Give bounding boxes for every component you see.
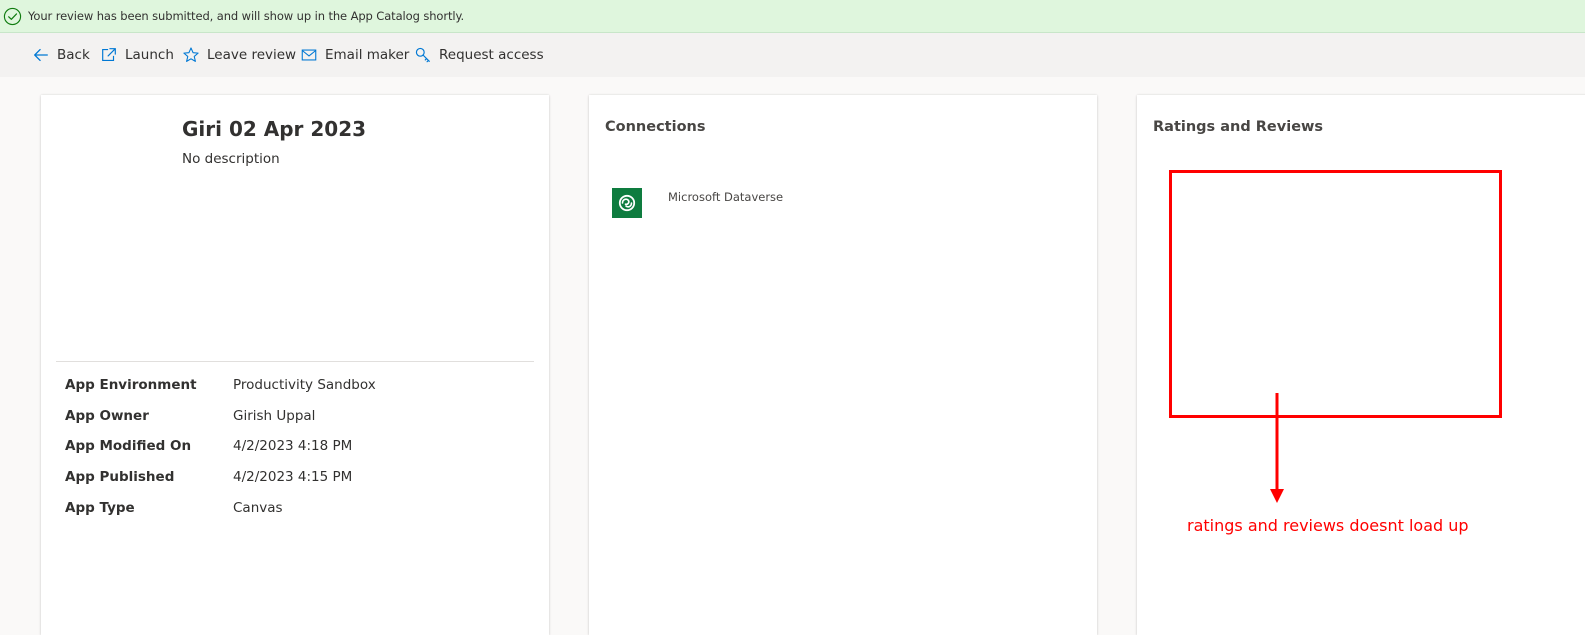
connection-name: Microsoft Dataverse xyxy=(668,190,784,204)
main-content: Giri 02 Apr 2023 No description App Envi… xyxy=(0,77,1585,635)
property-label: App Modified On xyxy=(65,438,192,454)
back-button[interactable]: Back xyxy=(32,33,90,77)
connections-title: Connections xyxy=(605,119,706,135)
ratings-title: Ratings and Reviews xyxy=(1153,119,1324,135)
property-value: Canvas xyxy=(233,500,283,516)
command-bar: Back Launch Leave review Email maker Req… xyxy=(0,33,1585,77)
dataverse-icon xyxy=(612,188,642,218)
back-arrow-icon xyxy=(34,48,48,62)
mail-icon xyxy=(301,49,317,61)
property-row-type: App Type Canvas xyxy=(65,500,525,520)
property-value: Productivity Sandbox xyxy=(233,377,376,393)
property-label: App Owner xyxy=(65,408,149,424)
launch-icon xyxy=(102,48,116,61)
ratings-reviews-card: Ratings and Reviews ratings and reviews … xyxy=(1137,95,1585,635)
details-divider xyxy=(56,361,534,362)
key-icon xyxy=(415,47,430,63)
app-title: Giri 02 Apr 2023 xyxy=(182,117,367,141)
property-row-modified-on: App Modified On 4/2/2023 4:18 PM xyxy=(65,438,525,458)
back-button-label: Back xyxy=(57,47,90,63)
success-notification-bar: Your review has been submitted, and will… xyxy=(0,0,1585,33)
annotation-arrow-icon xyxy=(1270,393,1284,503)
star-icon xyxy=(183,47,199,62)
property-value: Girish Uppal xyxy=(233,408,316,424)
app-description: No description xyxy=(182,151,280,167)
leave-review-button[interactable]: Leave review xyxy=(182,33,296,77)
notification-text: Your review has been submitted, and will… xyxy=(28,9,465,23)
property-label: App Type xyxy=(65,500,135,516)
property-label: App Published xyxy=(65,469,175,485)
property-row-published: App Published 4/2/2023 4:15 PM xyxy=(65,469,525,489)
request-access-button[interactable]: Request access xyxy=(414,33,544,77)
annotation-note: ratings and reviews doesnt load up xyxy=(1187,516,1469,535)
leave-review-button-label: Leave review xyxy=(207,47,297,63)
email-maker-button[interactable]: Email maker xyxy=(300,33,409,77)
property-row-environment: App Environment Productivity Sandbox xyxy=(65,377,525,397)
annotation-highlight-box xyxy=(1169,170,1502,418)
property-row-owner: App Owner Girish Uppal xyxy=(65,408,525,428)
request-access-button-label: Request access xyxy=(439,47,544,63)
app-details-card: Giri 02 Apr 2023 No description App Envi… xyxy=(41,95,549,635)
launch-button-label: Launch xyxy=(125,47,174,63)
property-label: App Environment xyxy=(65,377,197,393)
property-value: 4/2/2023 4:15 PM xyxy=(233,469,353,485)
email-maker-button-label: Email maker xyxy=(325,47,410,63)
connection-item: Microsoft Dataverse xyxy=(612,188,912,218)
success-check-icon xyxy=(3,7,22,26)
connections-card: Connections Microsoft Dataverse xyxy=(589,95,1097,635)
launch-button[interactable]: Launch xyxy=(100,33,174,77)
property-value: 4/2/2023 4:18 PM xyxy=(233,438,353,454)
